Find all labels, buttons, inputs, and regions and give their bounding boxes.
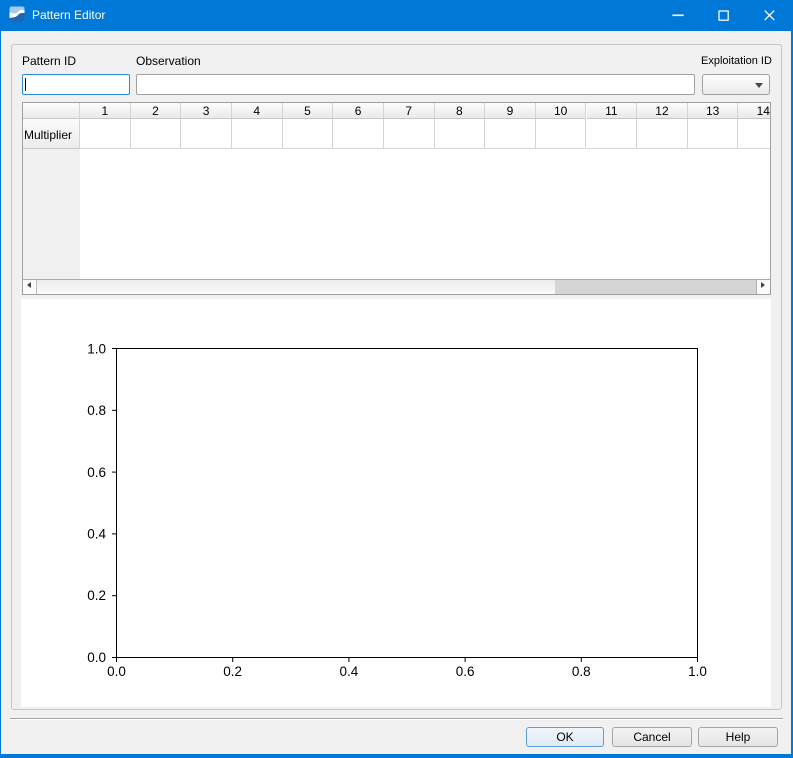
svg-text:1.0: 1.0 [87,341,106,356]
svg-text:0.6: 0.6 [87,465,106,480]
svg-text:0.6: 0.6 [456,664,475,679]
svg-text:0.8: 0.8 [572,664,591,679]
svg-text:1.0: 1.0 [688,664,707,679]
svg-text:0.0: 0.0 [87,650,106,665]
svg-text:0.8: 0.8 [87,403,106,418]
svg-text:0.4: 0.4 [87,526,106,541]
svg-text:0.2: 0.2 [87,588,106,603]
svg-text:0.0: 0.0 [107,664,126,679]
svg-text:0.4: 0.4 [340,664,359,679]
svg-text:0.2: 0.2 [223,664,242,679]
